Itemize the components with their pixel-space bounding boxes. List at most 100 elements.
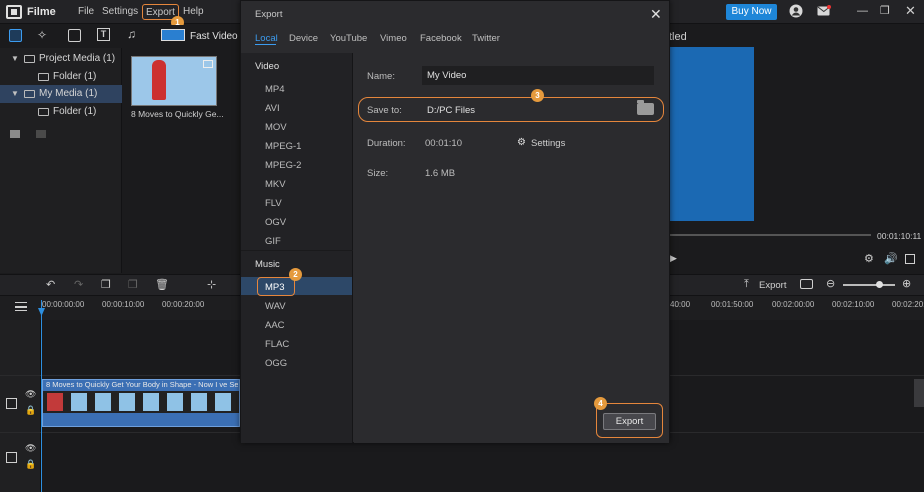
fullscreen-icon[interactable] bbox=[905, 254, 915, 264]
tab-local[interactable]: Local bbox=[255, 33, 278, 44]
play-icon[interactable]: ▶ bbox=[670, 253, 677, 264]
tab-facebook[interactable]: Facebook bbox=[420, 33, 462, 44]
format-item[interactable]: WAV bbox=[265, 301, 286, 312]
step-badge-3: 3 bbox=[531, 89, 544, 102]
duration-label: Duration: bbox=[367, 138, 406, 149]
format-item[interactable]: MP4 bbox=[265, 84, 285, 95]
format-item[interactable]: AAC bbox=[265, 320, 285, 331]
video-track-icon bbox=[6, 452, 17, 463]
tab-twitter[interactable]: Twitter bbox=[472, 33, 500, 44]
account-icon[interactable] bbox=[789, 4, 803, 21]
paste-icon[interactable]: ❐ bbox=[128, 278, 138, 291]
format-item[interactable]: OGV bbox=[265, 217, 286, 228]
timeline-export-button[interactable]: Export bbox=[759, 280, 786, 291]
ruler-label: 00:00:00:00 bbox=[42, 300, 85, 309]
track-lock-icon[interactable]: 🔒 bbox=[25, 459, 36, 470]
ruler-label: 00:00:20:00 bbox=[162, 300, 205, 309]
name-label: Name: bbox=[367, 71, 395, 82]
zoom-slider[interactable] bbox=[843, 284, 895, 286]
media-tab-icon[interactable] bbox=[9, 29, 22, 42]
format-item[interactable]: FLV bbox=[265, 198, 282, 209]
snapshot-icon[interactable] bbox=[800, 279, 813, 289]
minimize-icon[interactable]: — bbox=[857, 5, 868, 17]
format-item[interactable]: OGG bbox=[265, 358, 287, 369]
menu-settings[interactable]: Settings bbox=[102, 6, 138, 17]
playhead[interactable] bbox=[41, 300, 42, 492]
settings-button[interactable]: Settings bbox=[531, 138, 565, 149]
add-folder-icon[interactable] bbox=[10, 130, 20, 138]
ruler-label: 00:02:10:00 bbox=[832, 300, 875, 309]
format-item[interactable]: MOV bbox=[265, 122, 287, 133]
format-item[interactable]: AVI bbox=[265, 103, 280, 114]
zoom-in-icon[interactable]: ⊕ bbox=[902, 277, 911, 290]
format-item[interactable]: MKV bbox=[265, 179, 286, 190]
tree-my-folder[interactable]: Folder (1) bbox=[0, 103, 122, 121]
menu-file[interactable]: File bbox=[78, 6, 94, 17]
filme-app: Filme File Settings Export Help 1 Buy No… bbox=[0, 0, 924, 492]
tree-project-media[interactable]: ▼ Project Media (1) bbox=[0, 50, 122, 68]
filme-logo-icon bbox=[6, 5, 22, 19]
volume-icon[interactable]: 🔊 bbox=[884, 252, 898, 265]
format-item-mp3[interactable]: MP3 bbox=[265, 282, 285, 293]
size-value: 1.6 MB bbox=[425, 168, 456, 179]
fast-video-icon[interactable] bbox=[161, 29, 185, 41]
tab-vimeo[interactable]: Vimeo bbox=[380, 33, 407, 44]
track-lock-icon[interactable]: 🔒 bbox=[25, 405, 36, 416]
preview-timecode: 00:01:10:11 bbox=[877, 231, 922, 241]
name-input[interactable] bbox=[422, 66, 654, 85]
fast-video-label[interactable]: Fast Video bbox=[190, 31, 238, 42]
buy-now-button[interactable]: Buy Now bbox=[726, 4, 777, 20]
format-item[interactable]: GIF bbox=[265, 236, 281, 247]
size-label: Size: bbox=[367, 168, 389, 179]
redo-icon[interactable]: ↷ bbox=[74, 278, 83, 291]
gear-icon[interactable]: ⚙ bbox=[517, 137, 526, 148]
mail-icon[interactable] bbox=[817, 5, 831, 20]
export-button[interactable]: Export bbox=[603, 413, 656, 430]
section-divider bbox=[241, 250, 353, 251]
zoom-out-icon[interactable]: ⊖ bbox=[826, 277, 835, 290]
preview-progress-bar[interactable] bbox=[669, 234, 871, 236]
ruler-label: 00:00:10:00 bbox=[102, 300, 145, 309]
ruler-label: 00:02:20:00 bbox=[892, 300, 924, 309]
text-icon[interactable]: T bbox=[97, 28, 110, 41]
app-title: Filme bbox=[27, 6, 56, 18]
step-badge-4: 4 bbox=[594, 397, 607, 410]
tree-my-media[interactable]: ▼ My Media (1) bbox=[0, 85, 122, 103]
music-icon[interactable]: ♫ bbox=[127, 27, 136, 41]
video-type-icon bbox=[203, 60, 213, 68]
clip-filmstrip bbox=[43, 391, 239, 413]
format-list bbox=[241, 53, 353, 443]
delete-icon[interactable]: 🗑 bbox=[155, 278, 169, 291]
format-item[interactable]: FLAC bbox=[265, 339, 289, 350]
track-visibility-icon[interactable]: 👁 bbox=[25, 443, 36, 454]
format-item[interactable]: MPEG-1 bbox=[265, 141, 301, 152]
filter-icon[interactable] bbox=[68, 29, 81, 42]
menu-help[interactable]: Help bbox=[183, 6, 204, 17]
save-to-path[interactable]: D:/PC Files bbox=[427, 105, 475, 116]
timeline-scrollbar[interactable] bbox=[914, 379, 924, 407]
clip-title: 8 Moves to Quickly Get Your Body in Shap… bbox=[46, 380, 238, 389]
thumbnail-figure bbox=[152, 60, 166, 100]
copy-icon[interactable]: ❐ bbox=[101, 278, 111, 291]
tab-youtube[interactable]: YouTube bbox=[330, 33, 367, 44]
tree-project-folder[interactable]: Folder (1) bbox=[0, 68, 122, 86]
timeline-export-icon[interactable]: ⤒ bbox=[744, 278, 749, 291]
media-tree: ▼ Project Media (1) Folder (1) ▼ My Medi… bbox=[0, 48, 122, 273]
restore-icon[interactable]: ❐ bbox=[880, 4, 890, 17]
effects-icon[interactable]: ✧ bbox=[37, 28, 47, 42]
preview-settings-icon[interactable]: ⚙ bbox=[864, 252, 874, 265]
tab-device[interactable]: Device bbox=[289, 33, 318, 44]
delete-folder-icon[interactable] bbox=[36, 130, 46, 138]
folder-icon[interactable] bbox=[637, 100, 654, 115]
save-to-highlight bbox=[358, 97, 664, 122]
undo-icon[interactable]: ↶ bbox=[46, 278, 55, 291]
dialog-title: Export bbox=[255, 9, 283, 20]
track-visibility-icon[interactable]: 👁 bbox=[25, 389, 36, 400]
format-item[interactable]: MPEG-2 bbox=[265, 160, 301, 171]
video-track-icon bbox=[6, 398, 17, 409]
duration-value: 00:01:10 bbox=[425, 138, 462, 149]
dialog-close-icon[interactable]: ✕ bbox=[650, 6, 662, 23]
zoom-slider-handle[interactable] bbox=[876, 281, 883, 288]
crop-icon[interactable]: ⊹ bbox=[207, 278, 216, 291]
close-window-icon[interactable]: ✕ bbox=[905, 3, 916, 19]
